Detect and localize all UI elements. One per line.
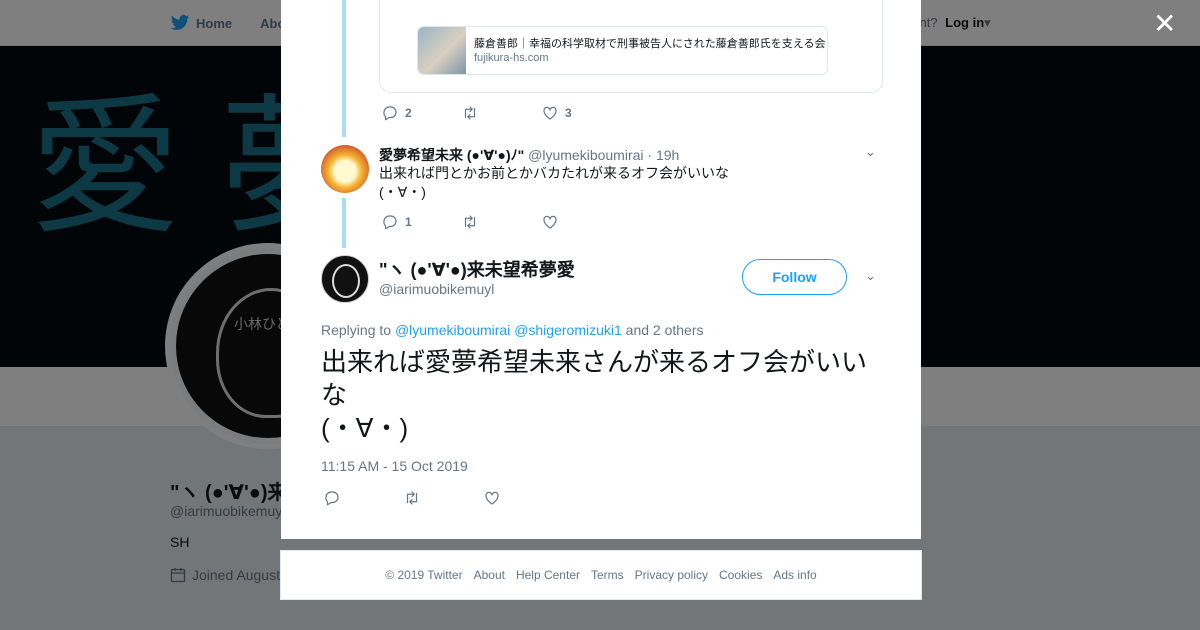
retweet-button[interactable]	[403, 489, 483, 507]
reply-button[interactable]	[323, 489, 403, 507]
footer-copyright: © 2019 Twitter	[385, 568, 463, 582]
link-card[interactable]: 藤倉善郎｜幸福の科学取材で刑事被告人にされた藤倉善郎氏を支える会 fujikur…	[379, 0, 883, 93]
footer-link-ads[interactable]: Ads info	[773, 568, 816, 582]
reply-icon	[383, 215, 397, 230]
tweet-actions: 2 3	[381, 104, 621, 122]
avatar[interactable]	[321, 255, 369, 303]
replying-others[interactable]: and 2 others	[626, 322, 704, 338]
replying-prefix: Replying to	[321, 322, 392, 338]
like-button[interactable]: 3	[541, 104, 621, 122]
thread-line	[342, 198, 346, 248]
reply-button[interactable]: 2	[381, 104, 461, 122]
thread-line	[342, 0, 346, 137]
tweet-modal: 藤倉善郎｜幸福の科学取材で刑事被告人にされた藤倉善郎氏を支える会 fujikur…	[281, 0, 921, 539]
reply-button[interactable]: 1	[381, 213, 461, 231]
like-count: 3	[565, 106, 572, 120]
retweet-icon	[406, 491, 418, 505]
reply-count: 1	[405, 215, 412, 229]
avatar[interactable]	[321, 145, 369, 193]
retweet-button[interactable]	[461, 213, 541, 231]
footer-link-cookies[interactable]: Cookies	[719, 568, 762, 582]
retweet-icon	[464, 215, 476, 229]
replying-user-link[interactable]: @shigeromizuki1	[514, 322, 622, 338]
like-button[interactable]	[483, 489, 563, 507]
retweet-icon	[464, 106, 476, 120]
retweet-button[interactable]	[461, 104, 541, 122]
main-tweet-text: 出来れば愛夢希望未来さんが来るオフ会がいいな (・∀・)	[321, 347, 868, 443]
reply-count: 2	[405, 106, 412, 120]
link-preview[interactable]: 藤倉善郎｜幸福の科学取材で刑事被告人にされた藤倉善郎氏を支える会 fujikur…	[417, 26, 828, 75]
close-icon[interactable]: ✕	[1153, 10, 1176, 38]
link-title: 藤倉善郎｜幸福の科学取材で刑事被告人にされた藤倉善郎氏を支える会	[474, 38, 826, 50]
main-tweet-actions	[323, 489, 563, 507]
footer-link-help[interactable]: Help Center	[516, 568, 580, 582]
reply-author-name[interactable]: 愛夢希望未来 (●'∀'●)ﾉ"	[379, 147, 524, 163]
chevron-down-icon[interactable]: ⌄	[865, 144, 876, 160]
link-thumbnail	[418, 27, 466, 74]
reply-actions: 1	[381, 213, 621, 231]
chevron-down-icon[interactable]: ⌄	[865, 268, 876, 284]
replying-user-link[interactable]: @lyumekiboumirai	[395, 322, 510, 338]
reply-icon	[325, 491, 339, 506]
reply-author-handle[interactable]: @lyumekiboumirai	[528, 147, 643, 163]
replying-to: Replying to @lyumekiboumirai @shigeromiz…	[321, 322, 704, 338]
follow-button[interactable]: Follow	[742, 259, 847, 295]
reply-header: 愛夢希望未来 (●'∀'●)ﾉ" @lyumekiboumirai · 19h	[379, 145, 679, 165]
reply-text: 出来れば門とかお前とかバカたれが来るオフ会がいいな (・∀・)	[379, 165, 729, 200]
reply-icon	[383, 106, 397, 121]
main-author-handle[interactable]: @iarimuobikemuyl	[379, 281, 494, 297]
footer-link-privacy[interactable]: Privacy policy	[635, 568, 708, 582]
like-icon	[543, 106, 557, 120]
modal-footer: © 2019 Twitter About Help Center Terms P…	[280, 550, 922, 600]
reply-time[interactable]: · 19h	[647, 147, 679, 163]
like-icon	[543, 215, 557, 229]
link-domain: fujikura-hs.com	[474, 52, 549, 64]
like-button[interactable]	[541, 213, 621, 231]
main-author-name[interactable]: "ヽ (●'∀'●)来未望希夢愛	[379, 256, 575, 282]
footer-link-about[interactable]: About	[474, 568, 505, 582]
like-icon	[485, 491, 499, 505]
tweet-timestamp[interactable]: 11:15 AM - 15 Oct 2019	[321, 458, 468, 474]
footer-link-terms[interactable]: Terms	[591, 568, 624, 582]
